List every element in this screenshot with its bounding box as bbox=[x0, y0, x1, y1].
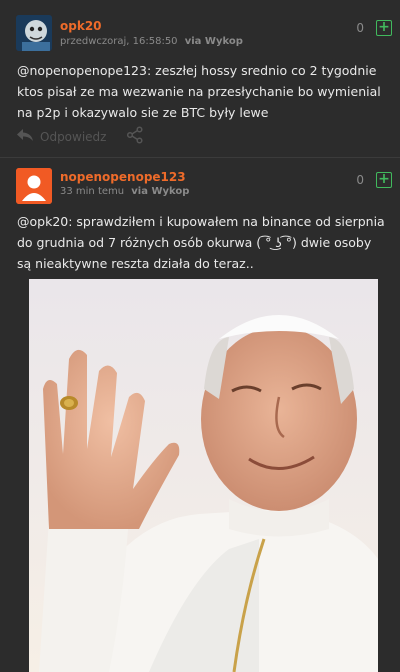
embedded-photo[interactable] bbox=[29, 279, 378, 672]
vote-count-2: 0 bbox=[356, 173, 364, 187]
reply-icon[interactable] bbox=[16, 127, 34, 147]
author-name-2[interactable]: nopenopenope123 bbox=[60, 170, 186, 184]
timestamp: przedwczoraj, 16:58:50 bbox=[60, 36, 178, 47]
timestamp-2: 33 min temu bbox=[60, 186, 125, 197]
entry-content-2: @opk20: sprawdziłem i kupowałem na binan… bbox=[17, 211, 389, 274]
entry-actions: Odpowiedz bbox=[16, 126, 144, 148]
via-source[interactable]: via Wykop bbox=[185, 36, 243, 47]
user-avatar-icon[interactable] bbox=[16, 168, 52, 204]
mention-link-2[interactable]: @opk20 bbox=[17, 214, 68, 229]
entry-content: @nopenopenope123: zeszłej hossy srednio … bbox=[17, 60, 389, 123]
entry-meta-2: 33 min temu via Wykop bbox=[60, 186, 189, 197]
share-icon[interactable] bbox=[126, 126, 144, 148]
entry-text-2: : sprawdziłem i kupowałem na binance od … bbox=[17, 214, 385, 271]
avatar-opk20[interactable] bbox=[16, 15, 52, 51]
via-source-2[interactable]: via Wykop bbox=[131, 186, 189, 197]
reply-button[interactable]: Odpowiedz bbox=[40, 130, 106, 144]
plus-icon[interactable]: + bbox=[376, 20, 392, 36]
mention-link[interactable]: @nopenopenope123 bbox=[17, 63, 147, 78]
vote-count: 0 bbox=[356, 21, 364, 35]
plus-icon-2[interactable]: + bbox=[376, 172, 392, 188]
author-name[interactable]: opk20 bbox=[60, 19, 102, 33]
entry-opk20: opk20 przedwczoraj, 16:58:50 via Wykop 0… bbox=[0, 0, 400, 157]
entry-meta: przedwczoraj, 16:58:50 via Wykop bbox=[60, 36, 243, 47]
